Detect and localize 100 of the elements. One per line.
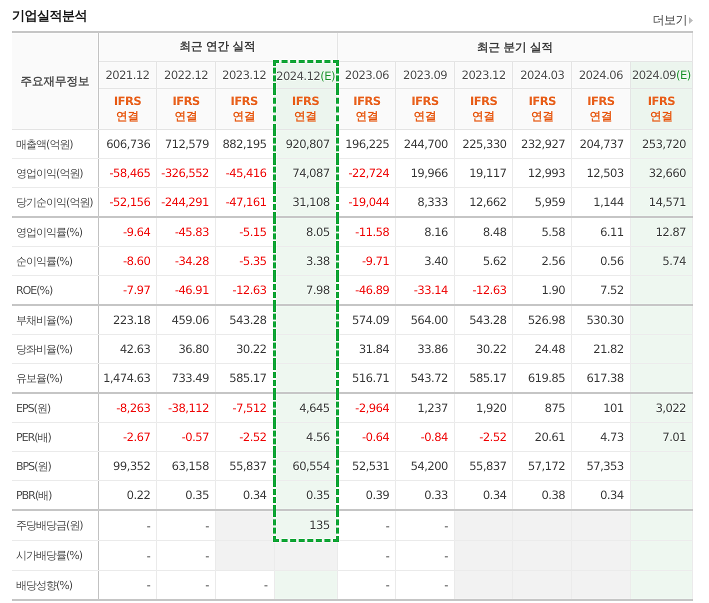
table-cell: 0.33 [396, 480, 454, 510]
table-cell: 225,330 [454, 130, 513, 158]
table-cell: 8.16 [396, 217, 454, 246]
table-cell: 8,333 [396, 188, 454, 217]
table-cell: -326,552 [156, 158, 216, 188]
table-cell: 42.63 [98, 334, 157, 364]
table-cell: 21.82 [572, 334, 630, 364]
table-cell: 30.22 [454, 334, 513, 364]
table-cell: 12,662 [454, 188, 513, 217]
table-cell: -47,161 [215, 188, 274, 217]
table-cell: - [156, 510, 216, 540]
table-cell: 223.18 [98, 305, 157, 334]
table-cell: 5,959 [512, 188, 572, 217]
table-cell: - [215, 570, 274, 600]
table-cell: 3.40 [396, 246, 454, 276]
table-cell: 0.34 [215, 480, 274, 510]
table-cell: 3.38 [274, 246, 338, 276]
table-cell: 63,158 [156, 452, 216, 480]
table-cell: 0.39 [337, 480, 396, 510]
table-cell: 733.49 [156, 364, 216, 393]
table-cell: 0.22 [98, 480, 157, 510]
table-cell: 459.06 [156, 305, 216, 334]
table-cell: 232,927 [512, 130, 572, 158]
table-cell: 4,645 [274, 393, 338, 422]
basis-header: IFRS 연결 [512, 88, 572, 130]
table-cell: 6.11 [572, 217, 630, 246]
table-cell: 585.17 [215, 364, 274, 393]
table-cell: -12.63 [215, 276, 274, 305]
table-cell: -0.84 [396, 422, 454, 452]
table-cell: 1,920 [454, 393, 513, 422]
table-cell: 55,837 [454, 452, 513, 480]
table-cell: -7.97 [98, 276, 157, 305]
table-cell: 32,660 [630, 158, 692, 188]
table-cell: -11.58 [337, 217, 396, 246]
table-cell: 543.72 [396, 364, 454, 393]
header-cell: 주요재무정보 [12, 32, 98, 130]
table-cell: -58,465 [98, 158, 157, 188]
basis-header: IFRS 연결 [396, 88, 454, 130]
table-cell: 617.38 [572, 364, 630, 393]
table-cell: 4.56 [274, 422, 338, 452]
period-header: 2022.12 [156, 62, 216, 88]
table-cell: 516.71 [337, 364, 396, 393]
period-header: 2023.09 [396, 62, 454, 88]
basis-header: IFRS 연결 [630, 88, 692, 130]
table-cell: -5.35 [215, 246, 274, 276]
table-cell: 12,993 [512, 158, 572, 188]
table-cell: - [396, 510, 454, 540]
table-cell: - [337, 570, 396, 600]
table-cell: 20.61 [512, 422, 572, 452]
table-cell: - [337, 510, 396, 540]
table-cell: -52,156 [98, 188, 157, 217]
table-cell: -19,044 [337, 188, 396, 217]
table-cell: 12,503 [572, 158, 630, 188]
table-cell: -45,416 [215, 158, 274, 188]
table-cell: 1,474.63 [98, 364, 157, 393]
table-cell: - [156, 540, 216, 570]
table-cell: -46.91 [156, 276, 216, 305]
table-cell: 30.22 [215, 334, 274, 364]
table-cell: 0.56 [572, 246, 630, 276]
table-cell: 7.98 [274, 276, 338, 305]
table-cell: 574.09 [337, 305, 396, 334]
table-cell: 0.34 [572, 480, 630, 510]
table-cell: 7.52 [572, 276, 630, 305]
table-cell: -7,512 [215, 393, 274, 422]
table-cell: 530.30 [572, 305, 630, 334]
table-cell: -45.83 [156, 217, 216, 246]
table-cell: 196,225 [337, 130, 396, 158]
table-cell: - [337, 540, 396, 570]
table-cell: 712,579 [156, 130, 216, 158]
table-cell: 8.48 [454, 217, 513, 246]
table-cell: 0.35 [274, 480, 338, 510]
table-cell: -9.71 [337, 246, 396, 276]
period-header: 2024.06 [572, 62, 630, 88]
section-title: 기업실적분석 [12, 8, 87, 25]
table-cell: 60,554 [274, 452, 338, 480]
table-cell: 1,144 [572, 188, 630, 217]
table-cell: 606,736 [98, 130, 157, 158]
table-cell: 31,108 [274, 188, 338, 217]
table-cell: -22,724 [337, 158, 396, 188]
table-cell: - [156, 570, 216, 600]
table-cell: 543.28 [454, 305, 513, 334]
table-cell: - [98, 540, 157, 570]
table-cell: 1.90 [512, 276, 572, 305]
row-label: 영업이익률(%) [12, 217, 98, 246]
table-cell: 57,353 [572, 452, 630, 480]
table-cell: 54,200 [396, 452, 454, 480]
table-cell: 0.35 [156, 480, 216, 510]
table-cell: - [396, 540, 454, 570]
table-cell: 101 [572, 393, 630, 422]
table-cell: 244,700 [396, 130, 454, 158]
table-cell: 55,837 [215, 452, 274, 480]
table-cell: -12.63 [454, 276, 513, 305]
table-cell: -0.57 [156, 422, 216, 452]
row-label: 영업이익(억원) [12, 158, 98, 188]
table-cell: 99,352 [98, 452, 157, 480]
table-cell: 875 [512, 393, 572, 422]
period-header: 2024.12(E) [274, 62, 338, 88]
more-link[interactable]: 더보기 [652, 12, 693, 29]
table-cell: -9.64 [98, 217, 157, 246]
table-cell: 12.87 [630, 217, 692, 246]
